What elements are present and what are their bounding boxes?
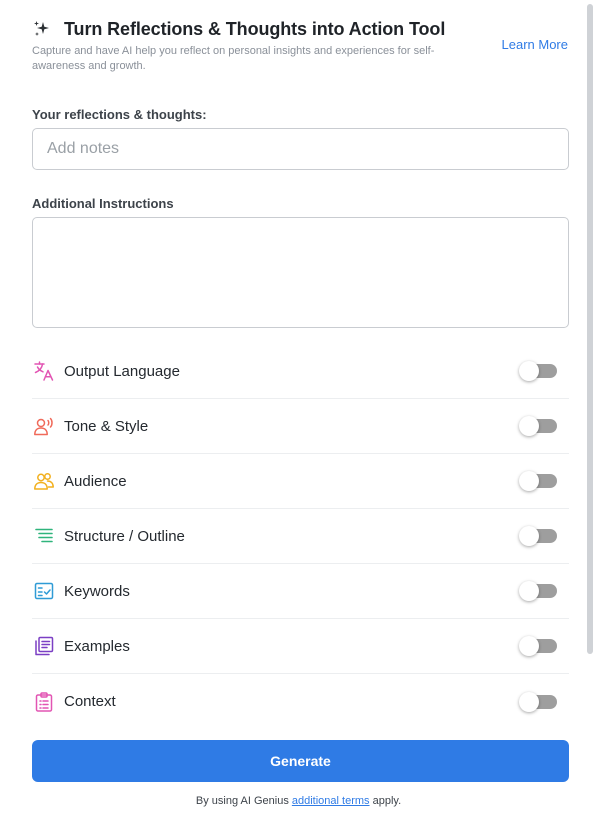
- terms-suffix: apply.: [369, 795, 402, 807]
- header: Turn Reflections & Thoughts into Action …: [32, 16, 572, 74]
- toggle-knob: [519, 636, 539, 656]
- toggle-knob: [519, 691, 539, 712]
- option-label: Context: [64, 693, 116, 710]
- option-label: Structure / Outline: [64, 527, 185, 545]
- terms-prefix: By using AI Genius: [195, 795, 292, 807]
- outline-list-icon: [35, 528, 53, 543]
- clipboard-icon: [35, 691, 53, 712]
- keywords-toggle[interactable]: [519, 581, 557, 601]
- generate-button[interactable]: Generate: [32, 740, 569, 782]
- structure-outline-toggle[interactable]: [519, 526, 557, 546]
- additional-terms-link[interactable]: additional terms: [292, 795, 370, 807]
- toggle-knob: [519, 471, 539, 491]
- reflections-input[interactable]: [32, 128, 569, 170]
- examples-toggle[interactable]: [519, 636, 557, 656]
- terms-notice: By using AI Genius additional terms appl…: [0, 795, 597, 807]
- sparkle-icon: [34, 21, 49, 36]
- tool-panel: Turn Reflections & Thoughts into Action …: [0, 0, 597, 821]
- page-subtitle: Capture and have AI help you reflect on …: [32, 45, 435, 72]
- documents-icon: [35, 636, 54, 656]
- option-label: Examples: [64, 637, 130, 655]
- toggle-knob: [519, 361, 539, 381]
- speaking-person-icon: [34, 417, 53, 436]
- toggle-knob: [519, 416, 539, 436]
- option-structure-outline[interactable]: Structure / Outline: [32, 509, 569, 564]
- option-tone-style[interactable]: Tone & Style: [32, 399, 569, 454]
- learn-more-link[interactable]: Learn More: [502, 37, 568, 52]
- toggle-knob: [519, 581, 539, 601]
- scrollbar-thumb[interactable]: [587, 4, 593, 654]
- options-list: Output Language Tone & Style Audience St…: [32, 344, 569, 729]
- context-toggle[interactable]: [519, 691, 557, 712]
- instructions-textarea[interactable]: [32, 217, 569, 328]
- option-keywords[interactable]: Keywords: [32, 564, 569, 619]
- option-examples[interactable]: Examples: [32, 619, 569, 674]
- option-context[interactable]: Context: [32, 674, 569, 729]
- option-audience[interactable]: Audience: [32, 454, 569, 509]
- reflections-label: Your reflections & thoughts:: [32, 107, 207, 122]
- option-label: Keywords: [64, 582, 130, 600]
- toggle-knob: [519, 526, 539, 546]
- instructions-label: Additional Instructions: [32, 196, 174, 211]
- option-output-language[interactable]: Output Language: [32, 344, 569, 399]
- option-label: Output Language: [64, 362, 180, 380]
- people-icon: [34, 473, 54, 490]
- translate-icon: [34, 361, 54, 381]
- option-label: Audience: [64, 472, 127, 490]
- audience-toggle[interactable]: [519, 471, 557, 491]
- output-language-toggle[interactable]: [519, 361, 557, 381]
- checklist-icon: [34, 582, 54, 600]
- title-row: Turn Reflections & Thoughts into Action …: [32, 16, 572, 42]
- page-title: Turn Reflections & Thoughts into Action …: [64, 18, 446, 39]
- tone-style-toggle[interactable]: [519, 416, 557, 436]
- option-label: Tone & Style: [64, 417, 149, 435]
